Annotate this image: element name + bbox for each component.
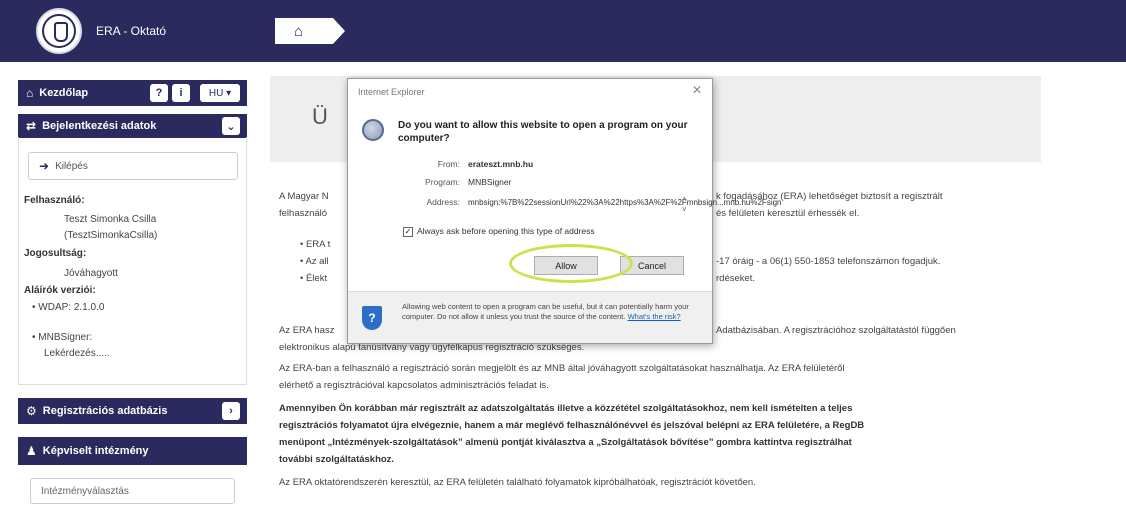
app-title: ERA - Oktató (96, 24, 167, 38)
signer-mnb-status: Lekérdezés..... (44, 348, 110, 359)
para-3-line-1: Az ERA-ban a felhasználó a regisztráció … (279, 363, 845, 374)
mnb-logo[interactable] (36, 8, 82, 54)
risk-link[interactable]: What's the risk? (628, 312, 681, 321)
globe-icon (362, 119, 384, 141)
top-header: ERA - Oktató ⌂ (0, 0, 1126, 62)
para-4-line-4: további szolgáltatáskhoz. (279, 454, 395, 465)
dialog-footer: ? Allowing web content to open a program… (348, 291, 712, 343)
sidebar-item-registry[interactable]: ⚙ Regisztrációs adatbázis (18, 398, 247, 424)
logout-label: Kilépés (55, 160, 88, 172)
user-name: Teszt Simonka Csilla (64, 214, 157, 225)
logout-button[interactable]: ➜ Kilépés (28, 152, 238, 180)
sidebar-institution-label: Képviselt intézmény (42, 445, 149, 457)
signer-mnb: • MNBSigner: (32, 332, 93, 343)
help-button[interactable]: ? (150, 84, 168, 102)
home-icon: ⌂ (26, 86, 34, 100)
signer-heading: Aláírók verziói: (24, 285, 96, 296)
bullet-2-left: • Az all (300, 256, 329, 267)
para-2-left: Az ERA hasz (279, 325, 335, 336)
user-login: (TesztSimonkaCsilla) (64, 230, 158, 241)
logout-icon: ➜ (39, 159, 50, 173)
signer-wdap: • WDAP: 2.1.0.0 (32, 302, 105, 313)
sidebar-home-label: Kezdőlap (39, 87, 89, 99)
bullet-3-left: • Élekt (300, 273, 328, 284)
gear-icon: ⚙ (26, 404, 37, 418)
info-button[interactable]: i (172, 84, 190, 102)
program-label: Program: (425, 177, 460, 187)
para-4-line-3: menüpont „Intézmények-szolgáltatások” al… (279, 437, 852, 448)
intro-line-2-right: és felületen keresztül érhessék el. (716, 208, 860, 219)
welcome-title: Ü (312, 104, 328, 129)
dialog-title: Internet Explorer (358, 87, 425, 97)
always-ask-checkbox[interactable]: ✓ (403, 227, 413, 237)
para-2-right: Adatbázisában. A regisztrációhoz szolgál… (716, 325, 956, 336)
intro-line-1-left: A Magyar N (279, 191, 329, 202)
para-4-line-1: Amennyiben Ön korábban már regisztrált a… (279, 403, 853, 414)
sidebar-item-institution[interactable]: ♟ Képviselt intézmény (18, 437, 247, 465)
chevron-right-icon[interactable]: › (222, 402, 240, 420)
sidebar-item-login-data[interactable]: ⇄ Bejelentkezési adatok (18, 114, 247, 138)
shield-icon: ? (362, 306, 382, 330)
para-5: Az ERA oktatórendszerén keresztül, az ER… (279, 477, 756, 488)
user-icon: ♟ (26, 444, 37, 458)
always-ask-label: Always ask before opening this type of a… (417, 226, 595, 236)
bullet-1: • ERA t (300, 239, 331, 250)
highlight-ring (509, 244, 633, 283)
close-icon[interactable]: ✕ (692, 83, 702, 97)
rights-heading: Jogosultság: (24, 248, 87, 259)
sidebar-registry-label: Regisztrációs adatbázis (42, 405, 168, 417)
bullet-3-right: rdéseket. (716, 273, 756, 284)
bullet-2-right: -17 óráig - a 06(1) 550-1853 telefonszám… (716, 256, 941, 267)
home-icon: ⌂ (294, 23, 304, 40)
user-heading: Felhasználó: (24, 195, 85, 206)
para-4-line-2: regisztrációs folyamatot újra elvégeznie… (279, 420, 865, 431)
breadcrumb-home[interactable]: ⌂ (275, 18, 345, 44)
dialog-footer-text: Allowing web content to open a program c… (402, 302, 702, 322)
address-scrollbar[interactable]: ˄ ˅ (682, 195, 687, 215)
exchange-icon: ⇄ (26, 119, 37, 133)
open-program-dialog: Internet Explorer ✕ Do you want to allow… (347, 78, 782, 344)
intro-line-2-left: felhasználó (279, 208, 328, 219)
rights-value: Jóváhagyott (64, 268, 118, 279)
sidebar-login-data-label: Bejelentkezési adatok (42, 120, 157, 132)
chevron-down-icon[interactable]: ⌄ (222, 117, 240, 135)
address-label: Address: (426, 197, 460, 207)
program-value: MNBSigner (468, 177, 512, 187)
address-value: mnbsign:%7B%22sessionUrl%22%3A%22https%3… (468, 198, 782, 207)
para-3-line-2: elérhető a regisztrációval kapcsolatos a… (279, 380, 549, 391)
dialog-question: Do you want to allow this website to ope… (398, 120, 688, 144)
from-value: erateszt.mnb.hu (468, 159, 534, 169)
language-select[interactable]: HU ▾ (200, 84, 240, 102)
from-label: From: (437, 159, 460, 169)
institution-select[interactable]: Intézményválasztás (30, 478, 235, 504)
